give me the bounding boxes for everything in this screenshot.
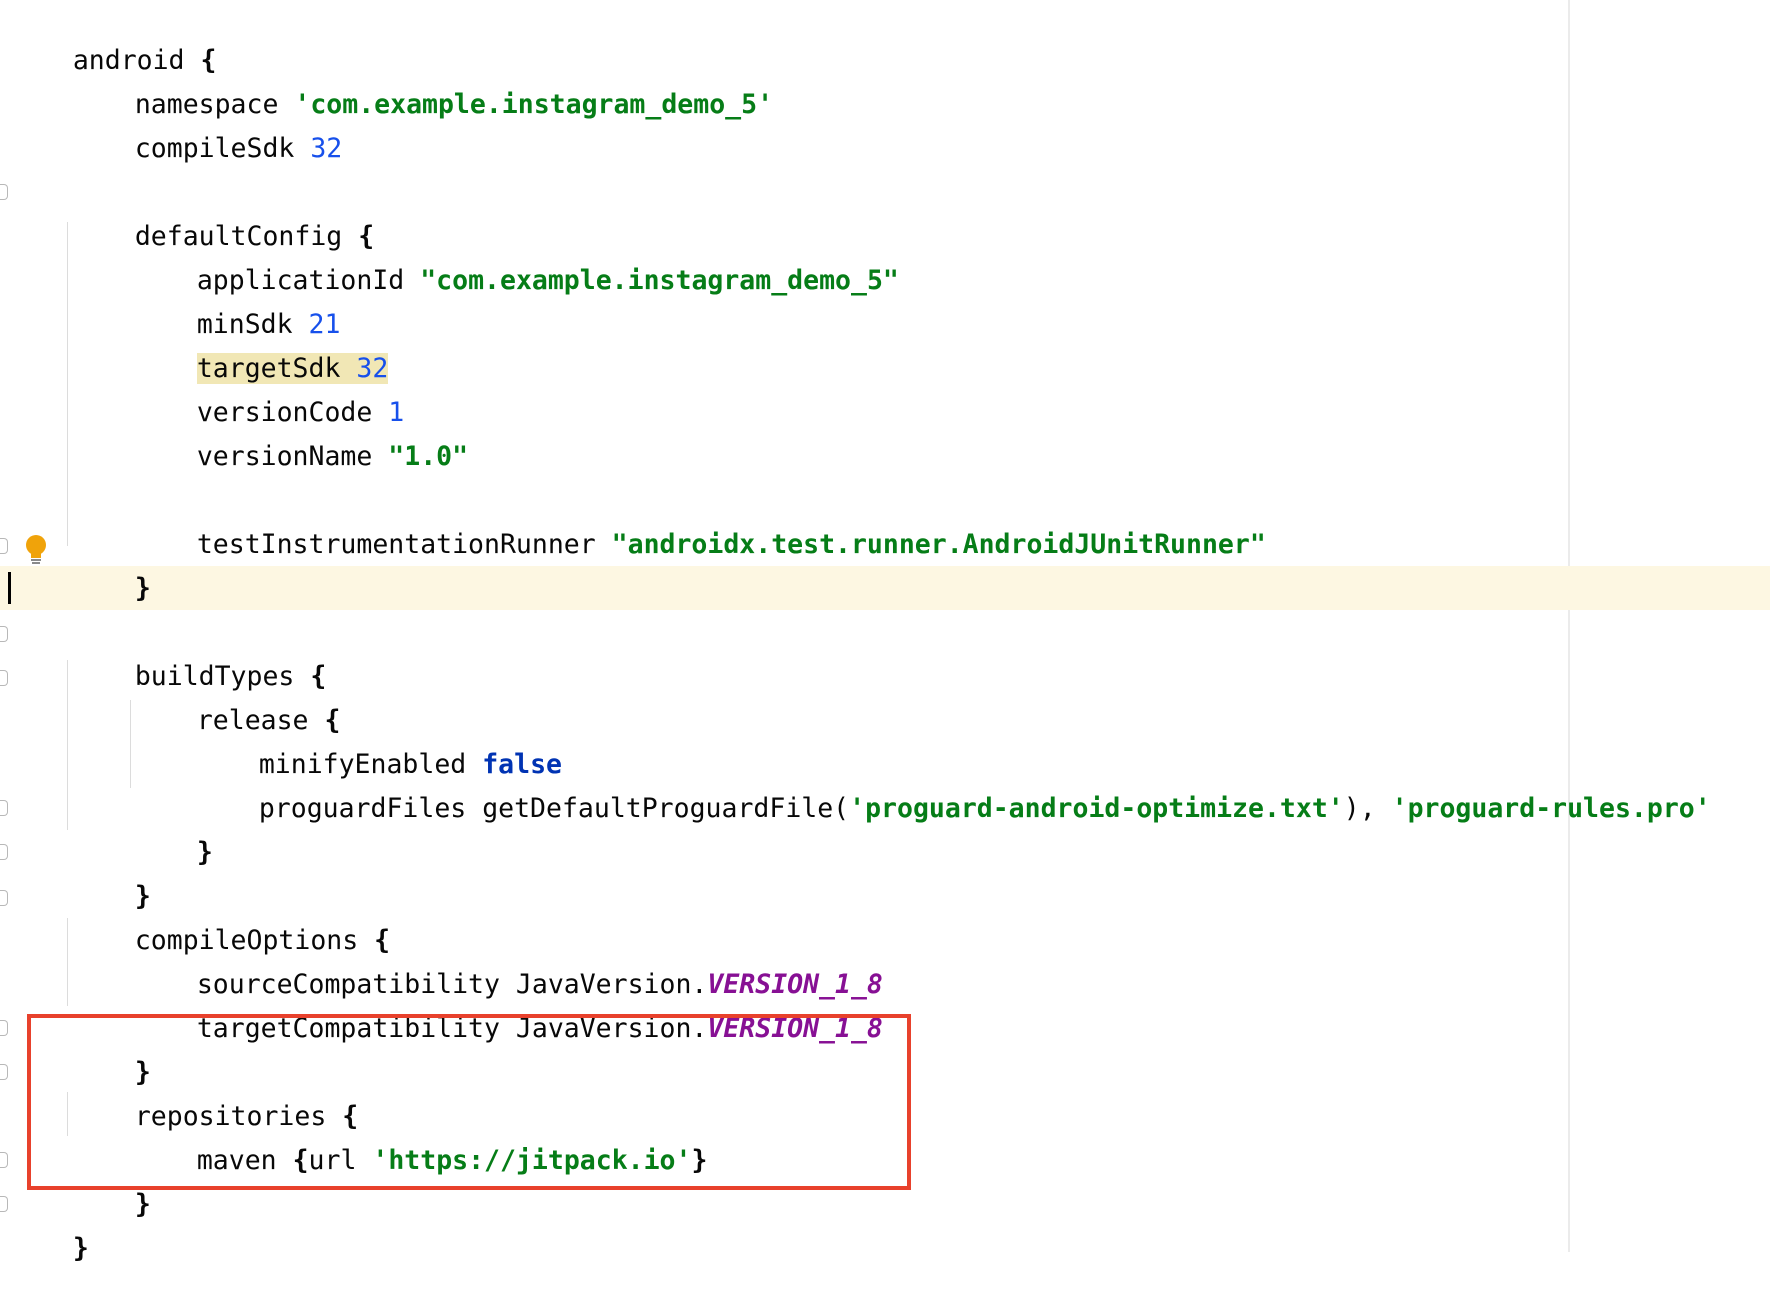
property-name: versionName	[196, 441, 373, 472]
right-margin-guide	[1568, 0, 1570, 1252]
code-line: versionName "1.0"	[133, 391, 468, 472]
indent-guide	[67, 222, 68, 546]
indent-guide	[67, 660, 68, 830]
code-line: }	[71, 523, 151, 604]
method-call: proguardFiles getDefaultProguardFile(	[258, 793, 850, 824]
property-name: compileSdk	[134, 133, 295, 164]
fold-marker-icon[interactable]	[0, 800, 8, 816]
annotation-highlight-box	[27, 1014, 911, 1190]
string-value: "androidx.test.runner.AndroidJUnitRunner…	[611, 529, 1266, 560]
fold-marker-icon[interactable]	[0, 184, 8, 200]
code-line: proguardFiles getDefaultProguardFile('pr…	[195, 743, 1711, 824]
string-value: 'com.example.instagram_demo_5'	[294, 89, 774, 120]
code-line: release {	[133, 655, 341, 736]
text-caret	[8, 572, 11, 604]
number-value: 32	[310, 133, 343, 164]
code-line: buildTypes {	[71, 611, 326, 692]
code-line: minSdk 21	[133, 259, 341, 340]
string-value: 'proguard-android-optimize.txt'	[849, 793, 1344, 824]
code-line: android {	[9, 0, 217, 76]
close-brace: }	[196, 837, 213, 868]
fold-marker-icon[interactable]	[0, 844, 8, 860]
code-line: namespace 'com.example.instagram_demo_5'	[71, 39, 773, 120]
fold-marker-icon[interactable]	[0, 1152, 8, 1168]
fold-marker-icon[interactable]	[0, 1064, 8, 1080]
current-line-highlight	[0, 566, 1770, 610]
code-line: targetCompatibility JavaVersion.VERSION_…	[133, 963, 883, 1044]
fold-marker-icon[interactable]	[0, 626, 8, 642]
code-line: compileOptions {	[71, 875, 390, 956]
fold-marker-icon[interactable]	[0, 670, 8, 686]
lightbulb-icon[interactable]	[22, 533, 50, 567]
close-brace: }	[72, 1233, 89, 1264]
code-line: versionCode 1	[133, 347, 404, 428]
fold-marker-icon[interactable]	[0, 1020, 8, 1036]
fold-marker-icon[interactable]	[0, 890, 8, 906]
code-line: applicationId "com.example.instagram_dem…	[133, 215, 899, 296]
code-line: sourceCompatibility JavaVersion.VERSION_…	[133, 919, 883, 1000]
string-value: "com.example.instagram_demo_5"	[420, 265, 899, 296]
property-name: testInstrumentationRunner	[196, 529, 596, 560]
string-value: "1.0"	[388, 441, 469, 472]
code-line: defaultConfig {	[71, 171, 374, 252]
fold-marker-icon[interactable]	[0, 1196, 8, 1212]
close-brace: }	[134, 1189, 151, 1220]
indent-guide	[67, 918, 68, 1006]
code-line: compileSdk 32	[71, 83, 342, 164]
code-line: targetSdk 32	[133, 303, 389, 384]
code-line: }	[133, 787, 213, 868]
code-line: }	[71, 831, 151, 912]
code-editor[interactable]: android { namespace 'com.example.instagr…	[0, 0, 1770, 1264]
indent-guide	[130, 700, 131, 788]
close-brace: }	[134, 573, 151, 604]
punctuation: ),	[1343, 793, 1392, 824]
code-line: testInstrumentationRunner "androidx.test…	[133, 479, 1266, 560]
string-value: 'proguard-rules.pro'	[1391, 793, 1711, 824]
fold-marker-icon[interactable]	[0, 538, 8, 554]
code-line: minifyEnabled false	[195, 699, 562, 780]
